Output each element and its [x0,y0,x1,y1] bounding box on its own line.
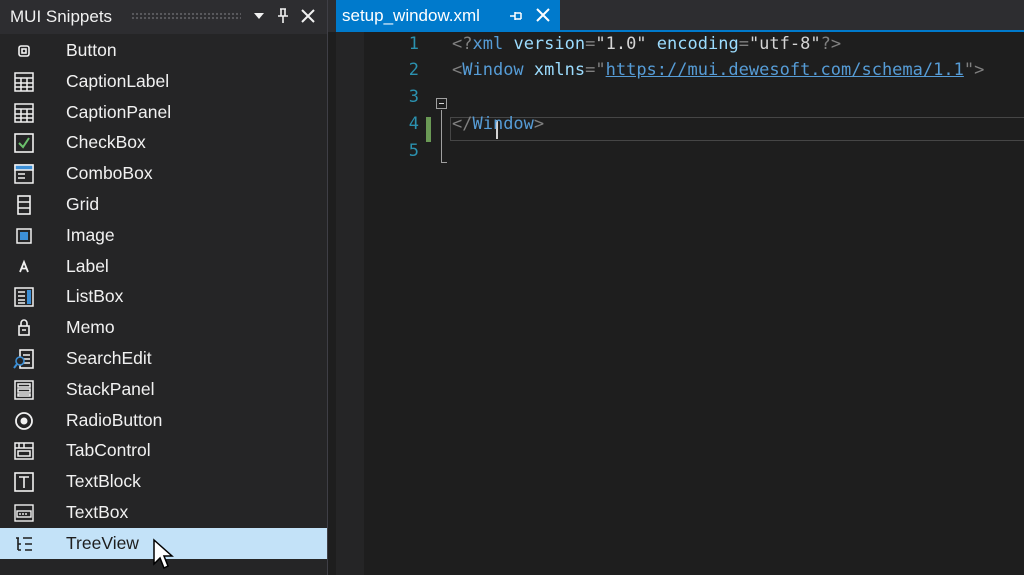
snippet-item-radio-button[interactable]: RadioButton [0,405,327,436]
listbox-icon [13,286,35,308]
code-line-5: 5 [364,139,1024,166]
search-edit-icon [13,348,35,370]
tab-pin-icon[interactable] [507,7,525,25]
snippet-label: Button [66,40,117,60]
line-text: <Window xmlns="https://mui.dewesoft.com/… [452,60,985,80]
memo-icon [13,317,35,339]
snippet-label: TreeView [66,532,139,553]
caption-panel-icon [13,102,35,124]
snippet-label: ComboBox [66,163,153,184]
snippet-item-caption-panel[interactable]: CaptionPanel [0,97,327,128]
snippet-label: SearchEdit [66,347,152,368]
snippet-item-search-edit[interactable]: SearchEdit [0,343,327,374]
grid-icon [13,194,35,216]
line-number: 2 [408,60,419,80]
snippet-item-stack-panel[interactable]: StackPanel [0,374,327,405]
snippet-label: RadioButton [66,409,163,430]
pin-icon[interactable] [272,5,294,27]
panel-drag-grip[interactable] [131,12,241,21]
snippet-label: StackPanel [66,378,155,399]
snippet-item-caption-label[interactable]: CaptionLabel [0,66,327,97]
line-text: <?xml version="1.0" encoding="utf-8"?> [452,34,842,54]
button-icon [13,40,35,62]
close-icon[interactable] [297,5,319,27]
tree-view-icon [13,533,35,555]
snippet-item-text-block[interactable]: TextBlock [0,466,327,497]
code-editor: setup_window.xml 1 <?xml version="1.0" e… [328,0,1024,575]
snippet-label: Image [66,224,115,245]
snippet-label: CheckBox [66,132,146,153]
line-number: 3 [408,87,419,107]
line-text: </Window> [452,114,545,134]
label-icon [13,256,35,278]
code-area[interactable]: 1 <?xml version="1.0" encoding="utf-8"?>… [364,32,1024,575]
snippet-item-combobox[interactable]: ComboBox [0,158,327,189]
snippet-label: TabControl [66,440,151,461]
stack-panel-icon [13,379,35,401]
snippet-label: Memo [66,317,115,338]
snippet-label: Grid [66,193,100,214]
snippet-item-grid[interactable]: Grid [0,189,327,220]
snippet-item-text-box[interactable]: TextBox [0,497,327,528]
code-line-3: 3 [364,85,1024,112]
snippet-label: TextBox [66,501,129,522]
panel-title: MUI Snippets [10,7,113,26]
snippet-label: Label [66,255,109,276]
snippet-item-button[interactable]: Button [0,35,327,66]
snippet-label: TextBlock [66,471,141,492]
code-line-2: 2 <Window xmlns="https://mui.dewesoft.co… [364,58,1024,85]
panel-header[interactable]: MUI Snippets [0,0,327,34]
mouse-cursor-icon [152,538,176,572]
code-line-4: 4 </Window> [364,112,1024,139]
snippet-item-memo[interactable]: Memo [0,312,327,343]
snippet-label: ListBox [66,286,124,307]
schema-link[interactable]: https://mui.dewesoft.com/schema/1.1 [606,60,964,80]
editor-margin [336,32,364,575]
snippet-label: CaptionLabel [66,70,170,91]
snippet-label: CaptionPanel [66,101,172,122]
image-icon [13,225,35,247]
snippet-item-checkbox[interactable]: CheckBox [0,127,327,158]
caption-label-icon [13,71,35,93]
snippet-item-image[interactable]: Image [0,220,327,251]
checkbox-icon [13,132,35,154]
dropdown-arrow-icon[interactable] [248,5,270,27]
code-line-1: 1 <?xml version="1.0" encoding="utf-8"?> [364,32,1024,59]
line-number: 4 [408,114,419,134]
snippet-item-listbox[interactable]: ListBox [0,281,327,312]
document-tab-strip: setup_window.xml [328,0,1024,32]
snippet-item-tab-control[interactable]: TabControl [0,435,327,466]
text-block-icon [13,471,35,493]
line-number: 1 [408,34,419,54]
tab-setup-window-xml[interactable]: setup_window.xml [336,0,560,30]
snippet-item-label[interactable]: Label [0,251,327,282]
snippet-list: Button CaptionLabel CaptionPanel CheckBo… [0,35,327,559]
mui-snippets-panel: MUI Snippets Button CaptionLabel Caption… [0,0,328,575]
tab-title: setup_window.xml [342,6,480,25]
tab-control-icon [13,440,35,462]
text-box-icon [13,502,35,524]
radio-button-icon [13,410,35,432]
line-number: 5 [408,141,419,161]
tab-close-icon[interactable] [533,5,553,25]
combobox-icon [13,163,35,185]
